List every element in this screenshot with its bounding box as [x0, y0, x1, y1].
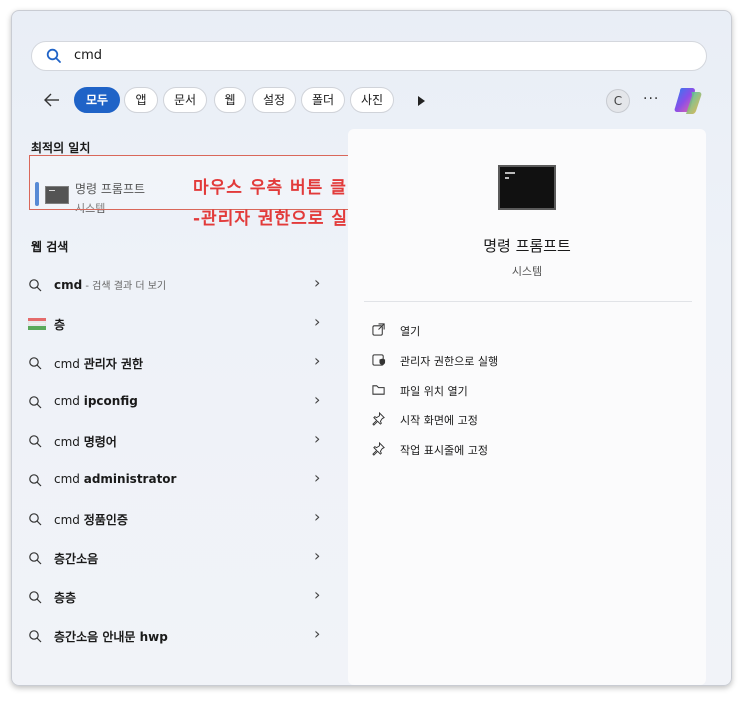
web-search-row[interactable]: cmd 정품인증 › — [29, 502, 330, 536]
account-avatar[interactable]: C — [606, 89, 630, 113]
web-search-label: cmd 관리자 권한 — [54, 355, 143, 372]
chevron-right-icon: › — [314, 429, 321, 448]
chevron-right-icon: › — [314, 273, 321, 292]
details-action-label: 파일 위치 열기 — [400, 385, 468, 398]
details-divider — [364, 301, 692, 302]
chevron-right-icon: › — [314, 507, 321, 526]
search-input[interactable]: cmd — [74, 48, 102, 63]
details-action[interactable]: 파일 위치 열기 — [372, 381, 672, 403]
web-search-row[interactable]: cmd ipconfig › — [29, 385, 330, 419]
web-search-row[interactable]: 층간소음 안내문 hwp › — [29, 619, 330, 653]
suggestion-text: 관리자 권한 — [83, 357, 144, 371]
web-search-label: cmd 명령어 — [54, 433, 117, 450]
search-icon — [29, 474, 42, 487]
details-action-label: 시작 화면에 고정 — [400, 414, 478, 427]
search-icon — [46, 48, 61, 63]
query-text: cmd — [54, 513, 84, 527]
details-action-label: 작업 표시줄에 고정 — [400, 444, 488, 457]
open-icon — [372, 323, 385, 336]
suggestion-text: ipconfig — [83, 394, 138, 408]
chevron-right-icon: › — [314, 585, 321, 604]
suggestion-text: 층간소음 안내문 hwp — [54, 630, 168, 644]
pin-icon — [372, 442, 385, 456]
web-search-row[interactable]: cmd 관리자 권한 › — [29, 346, 330, 380]
filter-chip[interactable]: 폴더 — [301, 87, 345, 113]
web-search-label: 층간소음 — [54, 550, 98, 567]
details-action-label: 열기 — [400, 325, 421, 338]
web-search-label: cmd administrator — [54, 472, 176, 486]
filter-chip[interactable]: 모두 — [74, 87, 120, 113]
details-action[interactable]: 시작 화면에 고정 — [372, 410, 672, 432]
folder-icon — [372, 385, 385, 395]
filter-chip[interactable]: 사진 — [350, 87, 394, 113]
search-icon — [29, 513, 42, 526]
query-text: cmd — [54, 278, 83, 292]
web-search-label: cmd - 검색 결과 더 보기 — [54, 277, 166, 292]
web-search-row[interactable]: cmd 명령어 › — [29, 424, 330, 458]
web-search-row[interactable]: 층 › — [28, 307, 330, 341]
web-search-row[interactable]: cmd administrator › — [29, 463, 330, 497]
filter-chip[interactable]: 앱 — [124, 87, 158, 113]
suggestion-text: 층층 — [54, 591, 77, 605]
web-search-label: 층층 — [54, 589, 76, 606]
chevron-right-icon: › — [314, 312, 321, 331]
search-icon — [29, 552, 42, 565]
back-arrow-icon — [44, 93, 59, 107]
web-search-label: cmd ipconfig — [54, 394, 138, 408]
web-search-label: cmd 정품인증 — [54, 511, 128, 528]
chevron-right-icon: › — [314, 624, 321, 643]
web-search-row[interactable]: cmd - 검색 결과 더 보기 › — [29, 268, 330, 302]
search-icon — [29, 279, 42, 292]
query-text: cmd — [54, 394, 84, 408]
suggestion-text: 명령어 — [83, 435, 117, 449]
web-search-heading: 웹 검색 — [31, 240, 69, 254]
best-match-heading: 최적의 일치 — [31, 141, 91, 155]
search-icon — [29, 435, 42, 448]
back-button[interactable] — [41, 89, 63, 111]
admin-shield-icon — [372, 354, 386, 366]
pin-icon — [372, 412, 385, 426]
search-icon — [29, 630, 42, 643]
suggestion-text: administrator — [83, 472, 177, 486]
search-icon — [29, 396, 42, 409]
suggestion-text: 정품인증 — [83, 513, 128, 527]
chevron-right-icon: › — [314, 468, 321, 487]
web-search-row[interactable]: 층간소음 › — [29, 541, 330, 575]
query-text: cmd — [54, 357, 84, 371]
filter-chip[interactable]: 웹 — [214, 87, 246, 113]
layered-cake-icon — [28, 318, 46, 330]
web-search-row[interactable]: 층층 › — [29, 580, 330, 614]
chevron-right-icon: › — [314, 390, 321, 409]
details-panel — [348, 129, 706, 685]
hint-text: - 검색 결과 더 보기 — [82, 281, 167, 292]
chevron-right-icon: › — [314, 351, 321, 370]
web-search-label: 층간소음 안내문 hwp — [54, 628, 168, 645]
play-more-filters-button[interactable] — [418, 96, 425, 106]
details-action-label: 관리자 권한으로 실행 — [400, 355, 499, 368]
details-subtitle: 시스템 — [511, 265, 543, 278]
search-box[interactable]: cmd — [31, 41, 707, 71]
search-icon — [29, 591, 42, 604]
details-action[interactable]: 열기 — [372, 321, 672, 343]
callout-text-line2: -관리자 권한으로 실행 — [193, 209, 365, 229]
details-action[interactable]: 관리자 권한으로 실행 — [372, 351, 672, 373]
details-title: 명령 프롬프트 — [483, 237, 571, 255]
query-text: cmd — [54, 472, 84, 486]
search-icon — [29, 357, 42, 370]
details-action[interactable]: 작업 표시줄에 고정 — [372, 440, 672, 462]
filter-chip[interactable]: 문서 — [163, 87, 207, 113]
web-search-label: 층 — [54, 316, 65, 333]
suggestion-text: 층간소음 — [54, 552, 99, 566]
copilot-icon[interactable] — [673, 86, 703, 114]
command-prompt-large-icon — [498, 165, 556, 210]
filter-chip[interactable]: 설정 — [252, 87, 296, 113]
callout-text-line1: 마우스 우측 버튼 클릭 — [193, 178, 364, 198]
more-options-button[interactable]: ··· — [643, 91, 659, 107]
suggestion-text: 층 — [54, 318, 66, 332]
chevron-right-icon: › — [314, 546, 321, 565]
query-text: cmd — [54, 435, 84, 449]
